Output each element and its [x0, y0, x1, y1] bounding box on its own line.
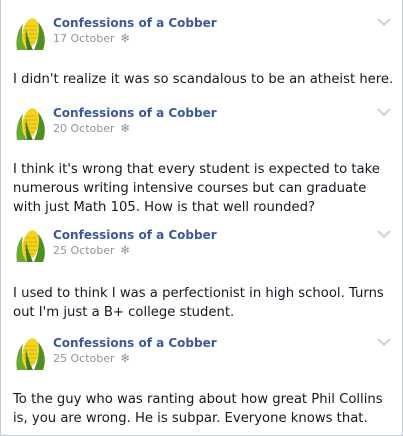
post-text: I used to think I was a perfectionist in…: [13, 286, 384, 320]
post-text: I think it's wrong that every student is…: [13, 162, 380, 215]
chevron-down-icon[interactable]: [376, 106, 392, 118]
post-header: Confessions of a Cobber 25 October ✻: [1, 224, 402, 264]
post-date[interactable]: 17 October: [53, 32, 115, 45]
post-header: Confessions of a Cobber 17 October ✻: [1, 12, 402, 52]
chevron-down-icon[interactable]: [376, 16, 392, 28]
gear-icon[interactable]: ✻: [121, 244, 130, 257]
feed-post: Confessions of a Cobber 25 October ✻ I u…: [1, 224, 402, 320]
post-meta: 25 October ✻: [53, 244, 130, 257]
corn-cob-avatar-icon[interactable]: [13, 336, 49, 372]
feed-post: Confessions of a Cobber 20 October ✻ I t…: [1, 102, 402, 215]
post-meta: 25 October ✻: [53, 352, 130, 365]
post-text: To the guy who was ranting about how gre…: [13, 392, 383, 426]
chevron-down-icon[interactable]: [376, 228, 392, 240]
gear-icon[interactable]: ✻: [121, 32, 130, 45]
corn-cob-avatar-icon[interactable]: [13, 228, 49, 264]
corn-cob-avatar-icon[interactable]: [13, 16, 49, 52]
post-header: Confessions of a Cobber 25 October ✻: [1, 332, 402, 372]
author-link[interactable]: Confessions of a Cobber: [53, 16, 217, 30]
author-link[interactable]: Confessions of a Cobber: [53, 106, 217, 120]
gear-icon[interactable]: ✻: [121, 122, 130, 135]
post-date[interactable]: 25 October: [53, 244, 115, 257]
feed-post: Confessions of a Cobber 25 October ✻ To …: [1, 332, 402, 426]
post-text: I didn't realize it was so scandalous to…: [13, 72, 394, 87]
feed-post: Confessions of a Cobber 17 October ✻ I d…: [1, 12, 402, 87]
news-feed: Confessions of a Cobber 17 October ✻ I d…: [0, 0, 403, 436]
gear-icon[interactable]: ✻: [121, 352, 130, 365]
chevron-down-icon[interactable]: [376, 336, 392, 348]
author-link[interactable]: Confessions of a Cobber: [53, 336, 217, 350]
post-header: Confessions of a Cobber 20 October ✻: [1, 102, 402, 142]
author-link[interactable]: Confessions of a Cobber: [53, 228, 217, 242]
post-date[interactable]: 25 October: [53, 352, 115, 365]
post-date[interactable]: 20 October: [53, 122, 115, 135]
post-meta: 17 October ✻: [53, 32, 130, 45]
corn-cob-avatar-icon[interactable]: [13, 106, 49, 142]
post-meta: 20 October ✻: [53, 122, 130, 135]
